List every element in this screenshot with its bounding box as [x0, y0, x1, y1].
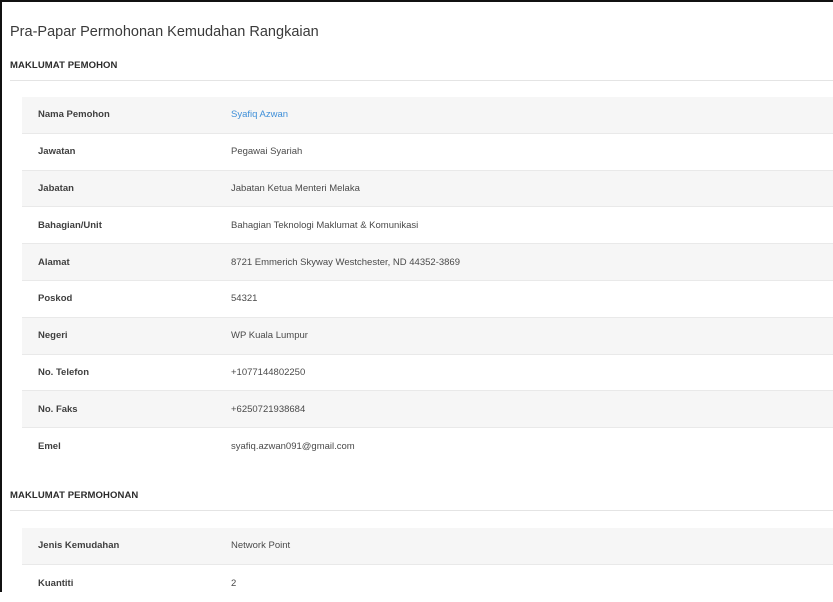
table-row: Emel syafiq.azwan091@gmail.com — [22, 428, 833, 465]
table-row: Jabatan Jabatan Ketua Menteri Melaka — [22, 170, 833, 208]
table-row: Poskod 54321 — [22, 281, 833, 318]
table-row: Jenis Kemudahan Network Point — [22, 528, 833, 565]
row-label: No. Telefon — [38, 366, 90, 378]
row-value: syafiq.azwan091@gmail.com — [231, 441, 355, 453]
applicant-name-link[interactable]: Syafiq Azwan — [231, 97, 288, 133]
row-label: No. Faks — [38, 403, 78, 415]
row-label: Alamat — [38, 256, 70, 268]
row-value: +6250721938684 — [231, 403, 306, 415]
applicant-info-table: Nama Pemohon Syafiq Azwan Jawatan Pegawa… — [22, 97, 833, 465]
row-value: Bahagian Teknologi Maklumat & Komunikasi — [231, 219, 419, 231]
section-divider — [10, 80, 833, 81]
row-value: 2 — [231, 577, 237, 589]
row-label: Emel — [38, 441, 61, 453]
table-row: No. Faks +6250721938684 — [22, 391, 833, 429]
row-label: Bahagian/Unit — [38, 219, 102, 231]
row-label: Kuantiti — [38, 577, 74, 589]
application-info-table: Jenis Kemudahan Network Point Kuantiti 2 — [22, 528, 833, 602]
row-value: Jabatan Ketua Menteri Melaka — [231, 182, 360, 194]
row-value: 54321 — [231, 293, 258, 305]
applicant-section-title: MAKLUMAT PEMOHON — [10, 60, 118, 71]
row-label: Nama Pemohon — [38, 109, 110, 121]
row-value: +1077144802250 — [231, 366, 306, 378]
row-value: Network Point — [231, 540, 291, 552]
row-value: 8721 Emmerich Skyway Westchester, ND 443… — [231, 256, 460, 268]
application-section-title: MAKLUMAT PERMOHONAN — [10, 490, 139, 501]
row-label: Jawatan — [38, 146, 76, 158]
row-value: WP Kuala Lumpur — [231, 330, 308, 342]
row-label: Poskod — [38, 293, 73, 305]
row-label: Jenis Kemudahan — [38, 540, 120, 552]
application-preview-panel: Pra-Papar Permohonan Kemudahan Rangkaian… — [0, 0, 833, 592]
row-label: Negeri — [38, 330, 68, 342]
table-row: Nama Pemohon Syafiq Azwan — [22, 97, 833, 134]
table-row: Jawatan Pegawai Syariah — [22, 134, 833, 171]
row-value: Pegawai Syariah — [231, 146, 303, 158]
table-row: No. Telefon +1077144802250 — [22, 355, 833, 392]
page-title: Pra-Papar Permohonan Kemudahan Rangkaian — [10, 24, 319, 40]
table-row: Negeri WP Kuala Lumpur — [22, 317, 833, 355]
table-row: Alamat 8721 Emmerich Skyway Westchester,… — [22, 244, 833, 281]
section-divider — [10, 510, 833, 511]
row-label: Jabatan — [38, 182, 74, 194]
table-row: Kuantiti 2 — [22, 565, 833, 602]
table-row: Bahagian/Unit Bahagian Teknologi Makluma… — [22, 207, 833, 245]
